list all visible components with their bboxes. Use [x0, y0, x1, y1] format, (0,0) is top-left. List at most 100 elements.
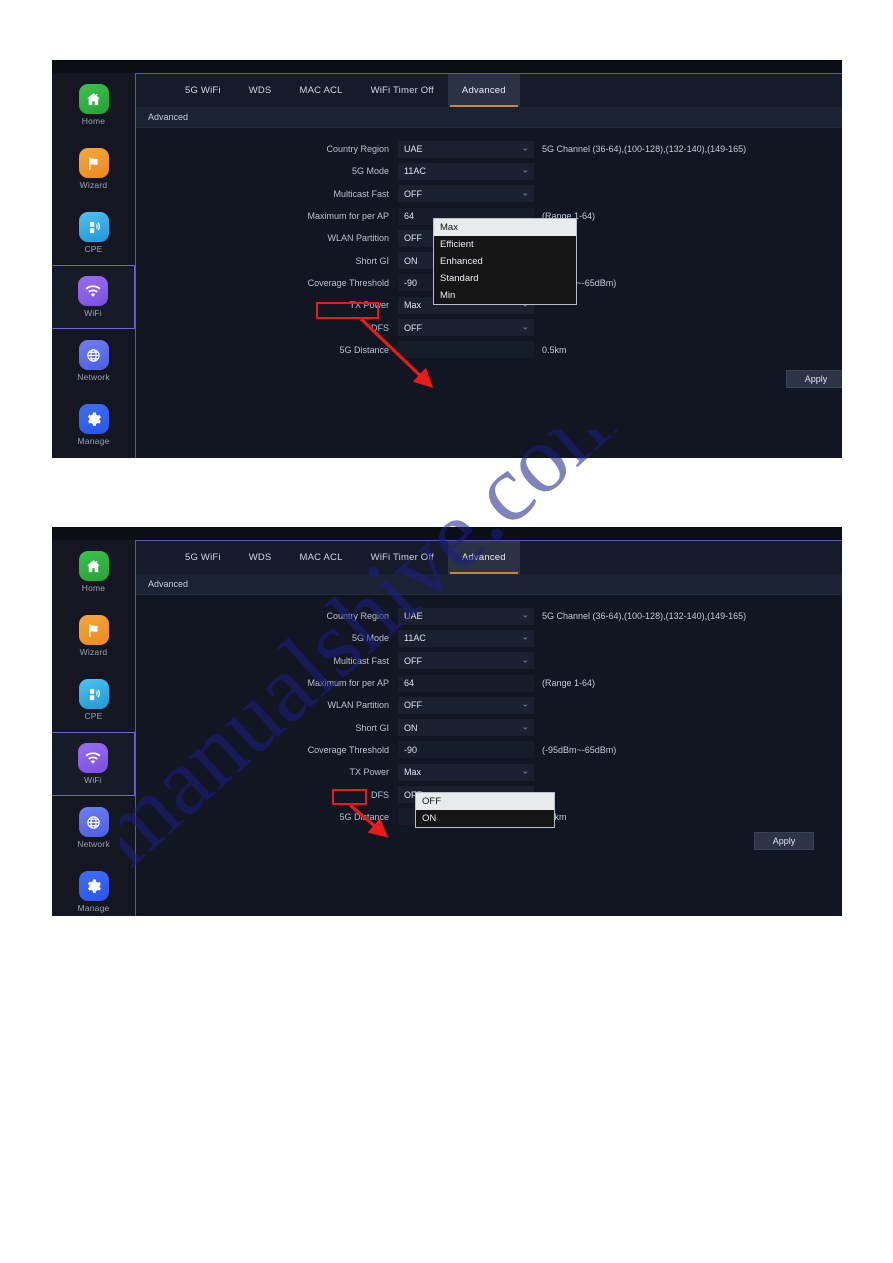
tab-advanced[interactable]: Advanced — [447, 541, 520, 574]
maximum-per-ap-input[interactable]: 64 — [398, 674, 534, 692]
tab-5g-wifi[interactable]: 5G WiFi — [171, 541, 235, 574]
gear-icon — [78, 871, 109, 901]
sidebar-item-wifi[interactable]: WiFi — [52, 265, 135, 329]
dropdown-option-standard[interactable]: Standard — [434, 270, 576, 287]
sidebar-item-label: WiFi — [84, 775, 102, 785]
sidebar-item-label: Manage — [77, 436, 110, 446]
sidebar-item-manage[interactable]: Manage — [52, 860, 135, 916]
sidebar-item-label: Wizard — [79, 647, 108, 657]
tab-bar-2: 5G WiFi WDS MAC ACL WiFi Timer Off Advan… — [136, 541, 842, 574]
form-row-5g-mode: 5G Mode 11AC ⌄ — [136, 160, 842, 182]
field-value: Max — [404, 767, 422, 778]
gear-icon — [78, 404, 109, 434]
dropdown-option-max[interactable]: Max — [434, 219, 576, 236]
flag-icon — [78, 615, 109, 645]
country-region-select[interactable]: UAE ⌄ — [398, 607, 534, 625]
multicast-fast-select[interactable]: OFF ⌄ — [398, 652, 534, 670]
sidebar-item-home[interactable]: Home — [52, 540, 135, 604]
sidebar-item-label: Wizard — [79, 180, 108, 190]
sidebar-item-label: WiFi — [84, 308, 102, 318]
field-label: Country Region — [326, 611, 389, 622]
form-row-dfs: DFS OFF ⌄ — [136, 316, 842, 338]
tab-advanced[interactable]: Advanced — [447, 74, 520, 107]
field-hint: 5G Channel (36-64),(100-128),(132-140),(… — [542, 611, 747, 622]
sidebar-item-cpe[interactable]: CPE — [52, 668, 135, 732]
sidebar-item-label: Manage — [77, 903, 110, 913]
tab-mac-acl[interactable]: MAC ACL — [285, 74, 356, 107]
panel-top-strip — [52, 527, 842, 540]
field-label: TX Power — [349, 300, 389, 311]
form-row-maximum-per-ap: Maximum for per AP 64 (Range 1-64) — [136, 672, 842, 694]
field-hint: 5G Channel (36-64),(100-128),(132-140),(… — [542, 144, 747, 155]
dfs-dropdown[interactable]: OFF ON — [415, 792, 555, 828]
coverage-threshold-input[interactable]: -90 — [398, 741, 534, 759]
dropdown-option-off[interactable]: OFF — [416, 793, 554, 810]
field-hint: 0.5km — [542, 344, 567, 355]
dropdown-option-on[interactable]: ON — [416, 810, 554, 827]
form-row-5g-mode: 5G Mode 11AC ⌄ — [136, 627, 842, 649]
field-value: OFF — [404, 233, 422, 244]
dropdown-option-enhanced[interactable]: Enhanced — [434, 253, 576, 270]
sidebar-item-cpe[interactable]: CPE — [52, 201, 135, 265]
chevron-down-icon: ⌄ — [521, 654, 529, 665]
globe-icon — [78, 807, 109, 837]
dropdown-option-min[interactable]: Min — [434, 287, 576, 304]
sidebar-item-wizard[interactable]: Wizard — [52, 137, 135, 201]
sidebar-item-wifi[interactable]: WiFi — [52, 732, 135, 796]
sidebar-item-label: Home — [81, 116, 106, 126]
field-label: 5G Mode — [351, 166, 389, 177]
chevron-down-icon: ⌄ — [521, 765, 529, 776]
tab-wds[interactable]: WDS — [235, 541, 286, 574]
apply-button[interactable]: Apply — [754, 832, 814, 850]
tab-5g-wifi[interactable]: 5G WiFi — [171, 74, 235, 107]
field-label: 5G Mode — [351, 633, 389, 644]
tab-wds[interactable]: WDS — [235, 74, 286, 107]
5g-mode-select[interactable]: 11AC ⌄ — [398, 629, 534, 647]
multicast-fast-select[interactable]: OFF ⌄ — [398, 185, 534, 203]
field-value: Max — [404, 300, 422, 311]
5g-distance-field[interactable] — [398, 341, 534, 359]
dfs-select[interactable]: OFF ⌄ — [398, 319, 534, 337]
sidebar-item-network[interactable]: Network — [52, 796, 135, 860]
sidebar-item-manage[interactable]: Manage — [52, 393, 135, 457]
router-ui-panel-2: Home Wizard CPE WiFi Network Manage 5G W… — [52, 527, 842, 916]
field-value: ON — [404, 722, 418, 733]
field-hint: (Range 1-64) — [542, 678, 596, 689]
field-label: Country Region — [326, 144, 389, 155]
country-region-select[interactable]: UAE ⌄ — [398, 140, 534, 158]
apply-button[interactable]: Apply — [786, 370, 842, 388]
sidebar-item-label: Network — [77, 372, 110, 382]
field-label: DFS — [371, 789, 389, 800]
field-value: OFF — [404, 700, 422, 711]
sidebar-item-home[interactable]: Home — [52, 73, 135, 137]
field-label: Multicast Fast — [333, 188, 389, 199]
5g-mode-select[interactable]: 11AC ⌄ — [398, 162, 534, 180]
sidebar-item-label: Home — [81, 583, 106, 593]
sidebar-1: Home Wizard CPE WiFi Network Manage — [52, 73, 135, 458]
sidebar-item-wizard[interactable]: Wizard — [52, 604, 135, 668]
tx-power-dropdown[interactable]: Max Efficient Enhanced Standard Min — [433, 218, 577, 305]
chevron-down-icon: ⌄ — [521, 165, 529, 176]
tab-wifi-timer-off[interactable]: WiFi Timer Off — [357, 74, 448, 107]
sidebar-item-label: CPE — [84, 244, 103, 254]
chevron-down-icon: ⌄ — [521, 187, 529, 198]
dropdown-option-efficient[interactable]: Efficient — [434, 236, 576, 253]
sidebar-item-network[interactable]: Network — [52, 329, 135, 393]
home-icon — [78, 551, 109, 581]
field-value: -90 — [404, 744, 418, 755]
field-label: Coverage Threshold — [307, 277, 389, 288]
field-value: 11AC — [404, 166, 426, 177]
tx-power-select[interactable]: Max ⌄ — [398, 763, 534, 781]
tab-mac-acl[interactable]: MAC ACL — [285, 541, 356, 574]
tab-wifi-timer-off[interactable]: WiFi Timer Off — [357, 541, 448, 574]
field-value: OFF — [404, 188, 422, 199]
wlan-partition-select[interactable]: OFF ⌄ — [398, 696, 534, 714]
page-root: manualshive.com Home Wizard CPE WiFi Net… — [0, 0, 893, 1263]
router-ui-panel-1: Home Wizard CPE WiFi Network Manage 5G W… — [52, 60, 842, 458]
short-gi-select[interactable]: ON ⌄ — [398, 719, 534, 737]
form-row-wlan-partition: WLAN Partition OFF ⌄ — [136, 694, 842, 716]
globe-icon — [78, 340, 109, 370]
field-label: Short GI — [355, 255, 389, 266]
field-value: ON — [404, 255, 418, 266]
chevron-down-icon: ⌄ — [521, 632, 529, 643]
